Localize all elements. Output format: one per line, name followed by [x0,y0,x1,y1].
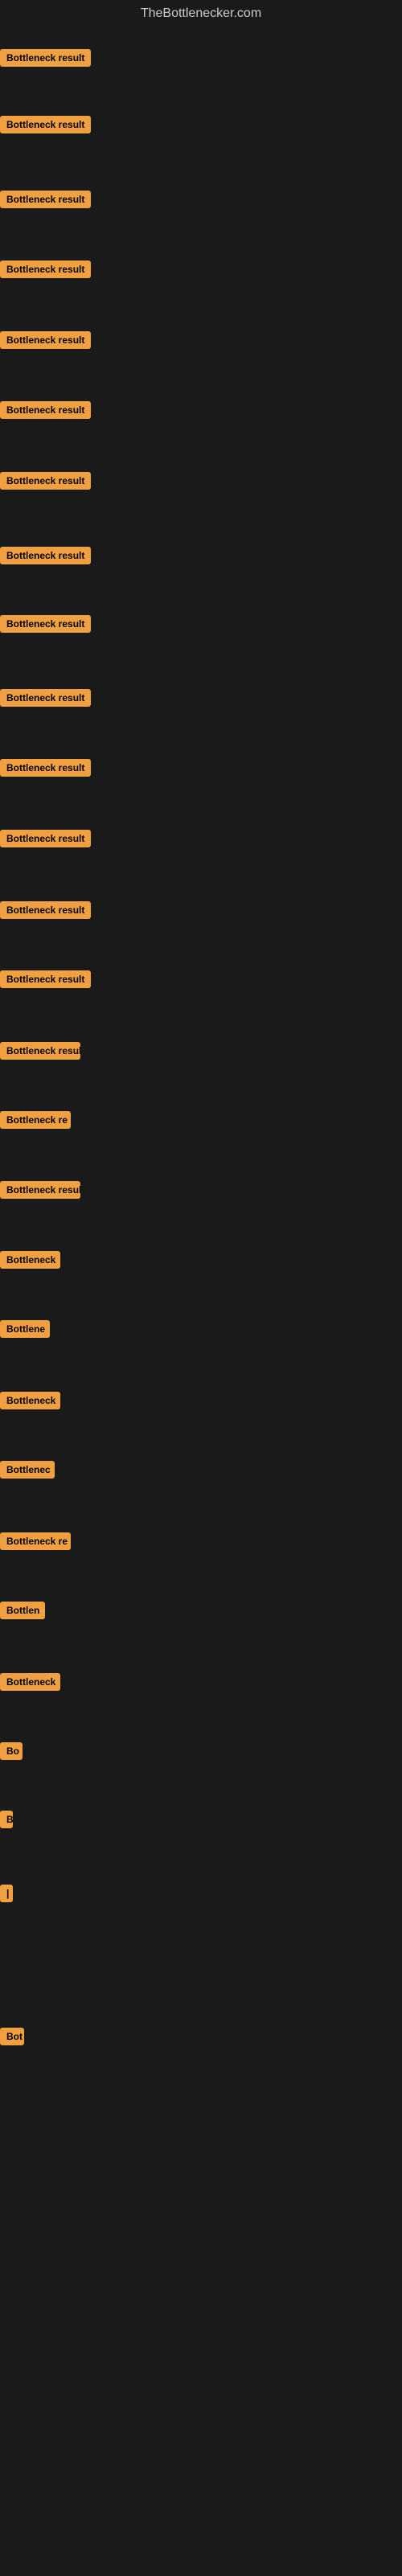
bottleneck-badge[interactable]: Bottleneck result [0,331,91,349]
bottleneck-badge[interactable]: Bottleneck [0,1673,60,1691]
bottleneck-badge[interactable]: Bottleneck result [0,689,91,707]
bottleneck-item: Bottleneck result [0,1042,80,1064]
bottleneck-badge[interactable]: Bottleneck result [0,191,91,208]
bottleneck-badge[interactable]: Bottleneck result [0,759,91,777]
bottleneck-badge[interactable]: Bottleneck result [0,116,91,133]
bottleneck-badge[interactable]: Bottleneck resul [0,1181,80,1199]
bottleneck-item: | [0,1885,13,1906]
bottleneck-item: Bo [0,1742,23,1764]
bottleneck-badge[interactable]: Bottleneck re [0,1111,71,1129]
bottleneck-item: Bottleneck [0,1673,60,1695]
bottleneck-badge[interactable]: Bot [0,2028,24,2045]
bottleneck-item: Bottleneck re [0,1532,71,1554]
bottleneck-badge[interactable]: Bottleneck result [0,830,91,847]
bottleneck-item: Bottleneck result [0,970,91,992]
bottleneck-item: Bottlenec [0,1461,55,1483]
bottleneck-item: Bottlene [0,1320,50,1342]
bottleneck-item: Bottleneck result [0,401,91,423]
bottleneck-item: B [0,1811,13,1832]
bottleneck-item: Bottlen [0,1602,45,1623]
bottleneck-item: Bottleneck result [0,116,91,137]
bottleneck-item: Bottleneck result [0,472,91,494]
bottleneck-item: Bottleneck [0,1392,60,1413]
bottleneck-badge[interactable]: B [0,1811,13,1828]
bottleneck-item: Bottleneck result [0,260,91,282]
bottleneck-badge[interactable]: Bottleneck result [0,260,91,278]
bottleneck-item: Bot [0,2028,24,2049]
bottleneck-badge[interactable]: | [0,1885,13,1902]
site-title: TheBottlenecker.com [0,0,402,27]
bottleneck-badge[interactable]: Bottleneck result [0,472,91,490]
bottleneck-badge[interactable]: Bottleneck result [0,401,91,419]
bottleneck-item: Bottleneck result [0,615,91,637]
bottleneck-item: Bottleneck result [0,830,91,851]
bottleneck-badge[interactable]: Bo [0,1742,23,1760]
bottleneck-item: Bottleneck result [0,901,91,923]
bottleneck-item: Bottleneck result [0,759,91,781]
bottleneck-item: Bottleneck result [0,331,91,353]
bottleneck-badge[interactable]: Bottleneck result [0,901,91,919]
bottleneck-badge[interactable]: Bottleneck result [0,615,91,633]
bottleneck-badge[interactable]: Bottleneck result [0,547,91,564]
bottleneck-badge[interactable]: Bottleneck [0,1251,60,1269]
bottleneck-badge[interactable]: Bottleneck result [0,1042,80,1060]
bottleneck-badge[interactable]: Bottleneck result [0,49,91,67]
bottleneck-item: Bottleneck result [0,49,91,71]
bottleneck-badge[interactable]: Bottleneck result [0,970,91,988]
bottleneck-badge[interactable]: Bottlen [0,1602,45,1619]
bottleneck-item: Bottleneck [0,1251,60,1273]
bottleneck-badge[interactable]: Bottlene [0,1320,50,1338]
bottleneck-badge[interactable]: Bottleneck re [0,1532,71,1550]
bottleneck-item: Bottleneck result [0,191,91,212]
bottleneck-badge[interactable]: Bottleneck [0,1392,60,1409]
bottleneck-badge[interactable]: Bottlenec [0,1461,55,1479]
bottleneck-item: Bottleneck result [0,689,91,711]
bottleneck-item: Bottleneck resul [0,1181,80,1203]
bottleneck-item: Bottleneck re [0,1111,71,1133]
bottleneck-item: Bottleneck result [0,547,91,568]
